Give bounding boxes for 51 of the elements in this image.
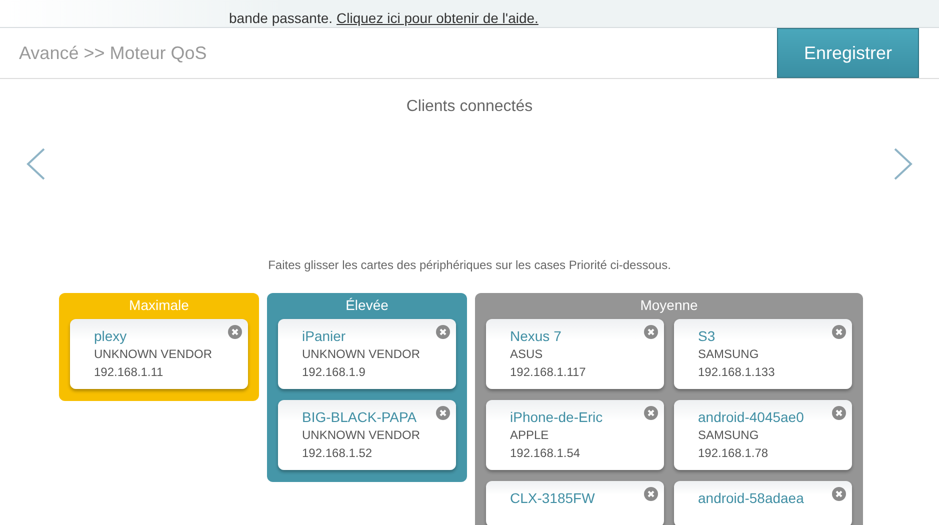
device-card[interactable]: iPhone-de-Eric APPLE 192.168.1.54 — [486, 400, 664, 470]
close-icon[interactable] — [644, 325, 658, 339]
device-vendor: UNKNOWN VENDOR — [302, 346, 422, 363]
device-card[interactable]: CLX-3185FW — [486, 481, 664, 525]
device-vendor: APPLE — [510, 427, 550, 444]
device-name: android-58adaea — [698, 489, 805, 507]
device-ip: 192.168.1.78 — [698, 445, 770, 462]
close-icon[interactable] — [832, 325, 846, 339]
device-card[interactable]: BIG-BLACK-PAPA UNKNOWN VENDOR 192.168.1.52 — [278, 400, 456, 470]
device-vendor: ASUS — [510, 346, 544, 363]
device-ip: 192.168.1.9 — [302, 364, 366, 381]
device-name: iPanier — [302, 327, 347, 345]
close-icon[interactable] — [832, 487, 846, 501]
device-ip: 192.168.1.54 — [510, 445, 582, 462]
close-icon[interactable] — [832, 406, 846, 420]
device-card[interactable]: android-58adaea — [674, 481, 852, 525]
help-link[interactable]: Cliquez ici pour obtenir de l'aide. — [336, 10, 538, 26]
close-icon[interactable] — [228, 325, 242, 339]
next-icon[interactable] — [893, 148, 913, 180]
device-name: S3 — [698, 327, 716, 345]
device-ip: 192.168.1.52 — [302, 445, 374, 462]
instruction-text: Faites glisser les cartes des périphériques sur les cases Priorité ci-dessous. — [267, 258, 672, 272]
close-icon[interactable] — [644, 487, 658, 501]
device-card[interactable]: android-4045ae0 SAMSUNG 192.168.1.78 — [674, 400, 852, 470]
device-name: android-4045ae0 — [698, 408, 805, 426]
breadcrumb: Avancé >> Moteur QoS — [18, 42, 207, 64]
priority-title: Moyenne — [639, 297, 699, 313]
device-vendor: UNKNOWN VENDOR — [94, 346, 214, 363]
device-ip: 192.168.1.11 — [94, 364, 164, 381]
priority-title: Élevée — [344, 297, 390, 313]
device-name: plexy — [94, 327, 128, 345]
device-name: iPhone-de-Eric — [510, 408, 604, 426]
help-text: bande passante. Cliquez ici pour obtenir de l'aide. — [229, 10, 538, 26]
device-name: Nexus 7 — [510, 327, 562, 345]
device-name: CLX-3185FW — [510, 489, 596, 507]
device-card[interactable]: Nexus 7 ASUS 192.168.1.117 — [486, 319, 664, 389]
device-ip: 192.168.1.117 — [510, 364, 587, 381]
device-name: BIG-BLACK-PAPA — [302, 408, 418, 426]
device-ip: 192.168.1.133 — [698, 364, 776, 381]
device-card[interactable]: S3 SAMSUNG 192.168.1.133 — [674, 319, 852, 389]
close-icon[interactable] — [436, 406, 450, 420]
device-vendor: SAMSUNG — [698, 346, 760, 363]
device-vendor: SAMSUNG — [698, 427, 760, 444]
priority-title: Maximale — [128, 297, 190, 313]
previous-icon[interactable] — [26, 148, 46, 180]
device-card[interactable]: plexy UNKNOWN VENDOR 192.168.1.11 — [70, 319, 248, 389]
close-icon[interactable] — [436, 325, 450, 339]
close-icon[interactable] — [644, 406, 658, 420]
device-vendor: UNKNOWN VENDOR — [302, 427, 422, 444]
section-title: Clients connectés — [405, 98, 534, 116]
device-card[interactable]: iPanier UNKNOWN VENDOR 192.168.1.9 — [278, 319, 456, 389]
